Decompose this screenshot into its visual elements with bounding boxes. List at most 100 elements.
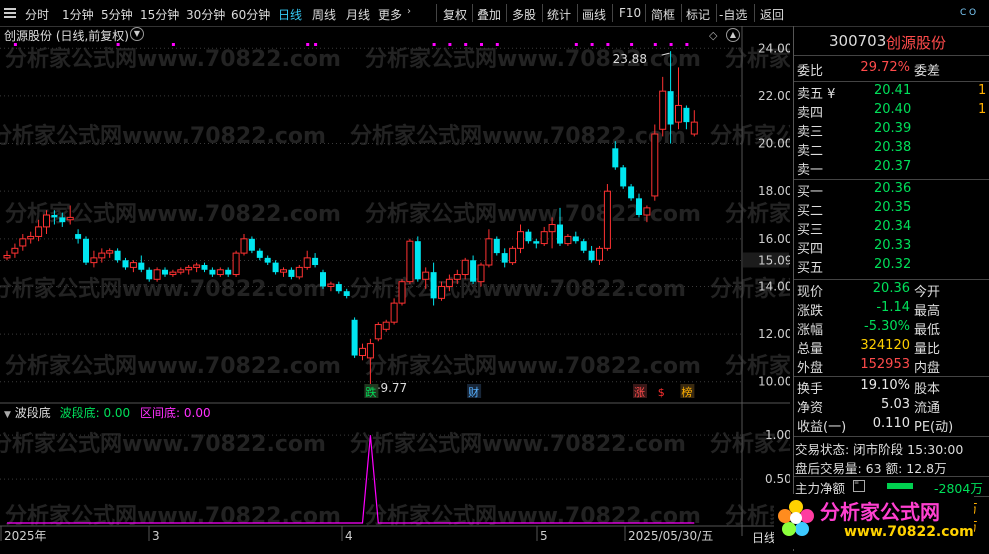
weicha-label: 委差 (914, 64, 941, 79)
indicator-y-tick: 0.50 (765, 472, 790, 486)
candle-body-down (51, 215, 58, 218)
tab-5min[interactable]: 5分钟 (101, 6, 133, 23)
candle-body-up (390, 302, 398, 323)
indicator-series-1-name: 波段底 (59, 406, 96, 420)
candle-body-down (83, 238, 89, 263)
tab-weekly[interactable]: 周线 (312, 6, 336, 23)
stats-button[interactable]: 统计 (547, 6, 571, 23)
y-tick-label: 22.00 (758, 89, 790, 103)
candle-body-up (3, 254, 11, 259)
tab-1min[interactable]: 1分钟 (62, 6, 94, 23)
buy-level-label: 买二 (797, 204, 824, 219)
watermark-text: 分析家公式网www.70822.com (5, 353, 341, 379)
candle-body-up (90, 257, 98, 264)
quote-row: 现价 20.36 今开 (794, 281, 989, 301)
stock-name: 创源股份 (886, 34, 947, 52)
candle-body-down (138, 262, 145, 270)
quote-right-label: 最低 (914, 323, 941, 338)
tab-30min[interactable]: 30分钟 (186, 6, 225, 23)
fund-label: 换手 (797, 382, 824, 397)
sell-row: 卖三 20.39 (794, 121, 989, 141)
tab-monthly[interactable]: 月线 (346, 6, 370, 23)
candle-body-up (280, 269, 287, 273)
buy-row: 买三 20.34 (794, 219, 989, 239)
signal-dot (306, 43, 310, 46)
signal-dot (653, 43, 657, 46)
menu-grip-icon-mid (4, 12, 16, 14)
indicator-series-1-value: 0.00 (103, 406, 131, 420)
quote-right-label: 量比 (914, 342, 941, 357)
fund-label: 收益(一) (797, 420, 847, 435)
candle-body-up (66, 216, 74, 221)
candle-body-up (517, 231, 524, 249)
candle-body-down (628, 186, 635, 199)
overlay-button[interactable]: 叠加 (477, 6, 501, 23)
buy-row: 买二 20.35 (794, 200, 989, 220)
quote-header: 300703 创源股份 C O (794, 8, 989, 54)
y-tick-label: 20.00 (758, 137, 790, 151)
f10-button[interactable]: F10 (619, 6, 641, 20)
signal-dot (606, 43, 610, 46)
tab-fenshi[interactable]: 分时 (25, 6, 49, 23)
signal-dot (574, 43, 578, 46)
toolbar: 分时 1分钟 5分钟 15分钟 30分钟 60分钟 日线 周线 月线 更多 › … (0, 0, 989, 27)
simple-frame-button[interactable]: 简框 (651, 6, 675, 23)
signal-dot (669, 43, 673, 46)
fuquan-button[interactable]: 复权 (443, 6, 467, 23)
candle-body-up (359, 347, 366, 357)
candle-body-down (470, 260, 477, 282)
candle-body-down (320, 272, 326, 287)
candle-body-up (129, 262, 137, 268)
buy-price: 20.35 (874, 200, 912, 215)
indicator-series-2: 区间底: 0.00 (140, 406, 211, 420)
remove-watchlist-button[interactable]: -自选 (719, 6, 747, 23)
more-button[interactable]: 更多 (378, 6, 402, 23)
candle-body-up (19, 238, 27, 247)
chevron-down-icon[interactable]: ▼ (130, 27, 144, 41)
candle-body-down (59, 217, 66, 223)
candle-body-up (445, 278, 453, 287)
candle-body-down (557, 224, 563, 244)
candle-body-down (580, 241, 587, 251)
buy-level-label: 买一 (797, 185, 824, 200)
indicator-toggle-icon[interactable]: ▼ (4, 410, 11, 420)
sell-level-label: 卖三 (797, 125, 824, 140)
watermark-text: 分析家公式网www.70822.com (5, 503, 341, 529)
tab-daily[interactable]: 日线 (278, 6, 302, 23)
multi-stock-button[interactable]: 多股 (512, 6, 536, 23)
watermark-text: 分析家公式网www.70822.com (365, 201, 701, 227)
tab-60min[interactable]: 60分钟 (231, 6, 270, 23)
event-marker: 跌 (365, 385, 376, 399)
fund-right-label: 流通 (914, 401, 941, 416)
candle-body-up (398, 281, 406, 304)
candle-body-up (295, 266, 303, 278)
tab-15min[interactable]: 15分钟 (140, 6, 179, 23)
indicator-series-1: 波段底: 0.00 (59, 406, 131, 420)
candle-body-down (209, 269, 216, 275)
fund-right-label: PE(动) (914, 420, 954, 435)
sell-row: 卖四 20.40 1 (794, 102, 989, 122)
kline-chart-area[interactable]: 分析家公式网www.70822.com 分析家公式网www.70822.com 分析… (0, 26, 989, 551)
buy-row: 买五 20.32 (794, 257, 989, 277)
candle-body-down (312, 257, 319, 266)
fund-row: 换手 19.10% 股本 (794, 378, 989, 398)
candle-body-up (374, 324, 382, 340)
list-icon[interactable]: ≡ (853, 480, 865, 492)
x-tick-label: 3 (152, 529, 160, 543)
watermark-text: 分析家公式网www.70822.com (0, 123, 326, 149)
draw-line-button[interactable]: 画线 (582, 6, 606, 23)
candle-body-up (366, 343, 374, 359)
quote-row: 总量 324120 量比 (794, 338, 989, 358)
buy-price: 20.32 (874, 257, 912, 272)
candle-body-up (453, 274, 461, 280)
diamond-icon[interactable]: ◇ (709, 29, 717, 42)
weibi-value: 29.72% (860, 60, 910, 75)
event-marker: 财 (468, 385, 479, 399)
collapse-chevron-icon[interactable]: ▲ (726, 28, 740, 42)
kline-chart: 分析家公式网www.70822.com 分析家公式网www.70822.com 分析… (0, 26, 989, 543)
quote-label: 总量 (797, 342, 824, 357)
back-button[interactable]: 返回 (760, 6, 784, 23)
sell-price: 20.39 (874, 121, 912, 136)
candle-body-up (564, 235, 572, 245)
mark-button[interactable]: 标记 (686, 6, 710, 23)
